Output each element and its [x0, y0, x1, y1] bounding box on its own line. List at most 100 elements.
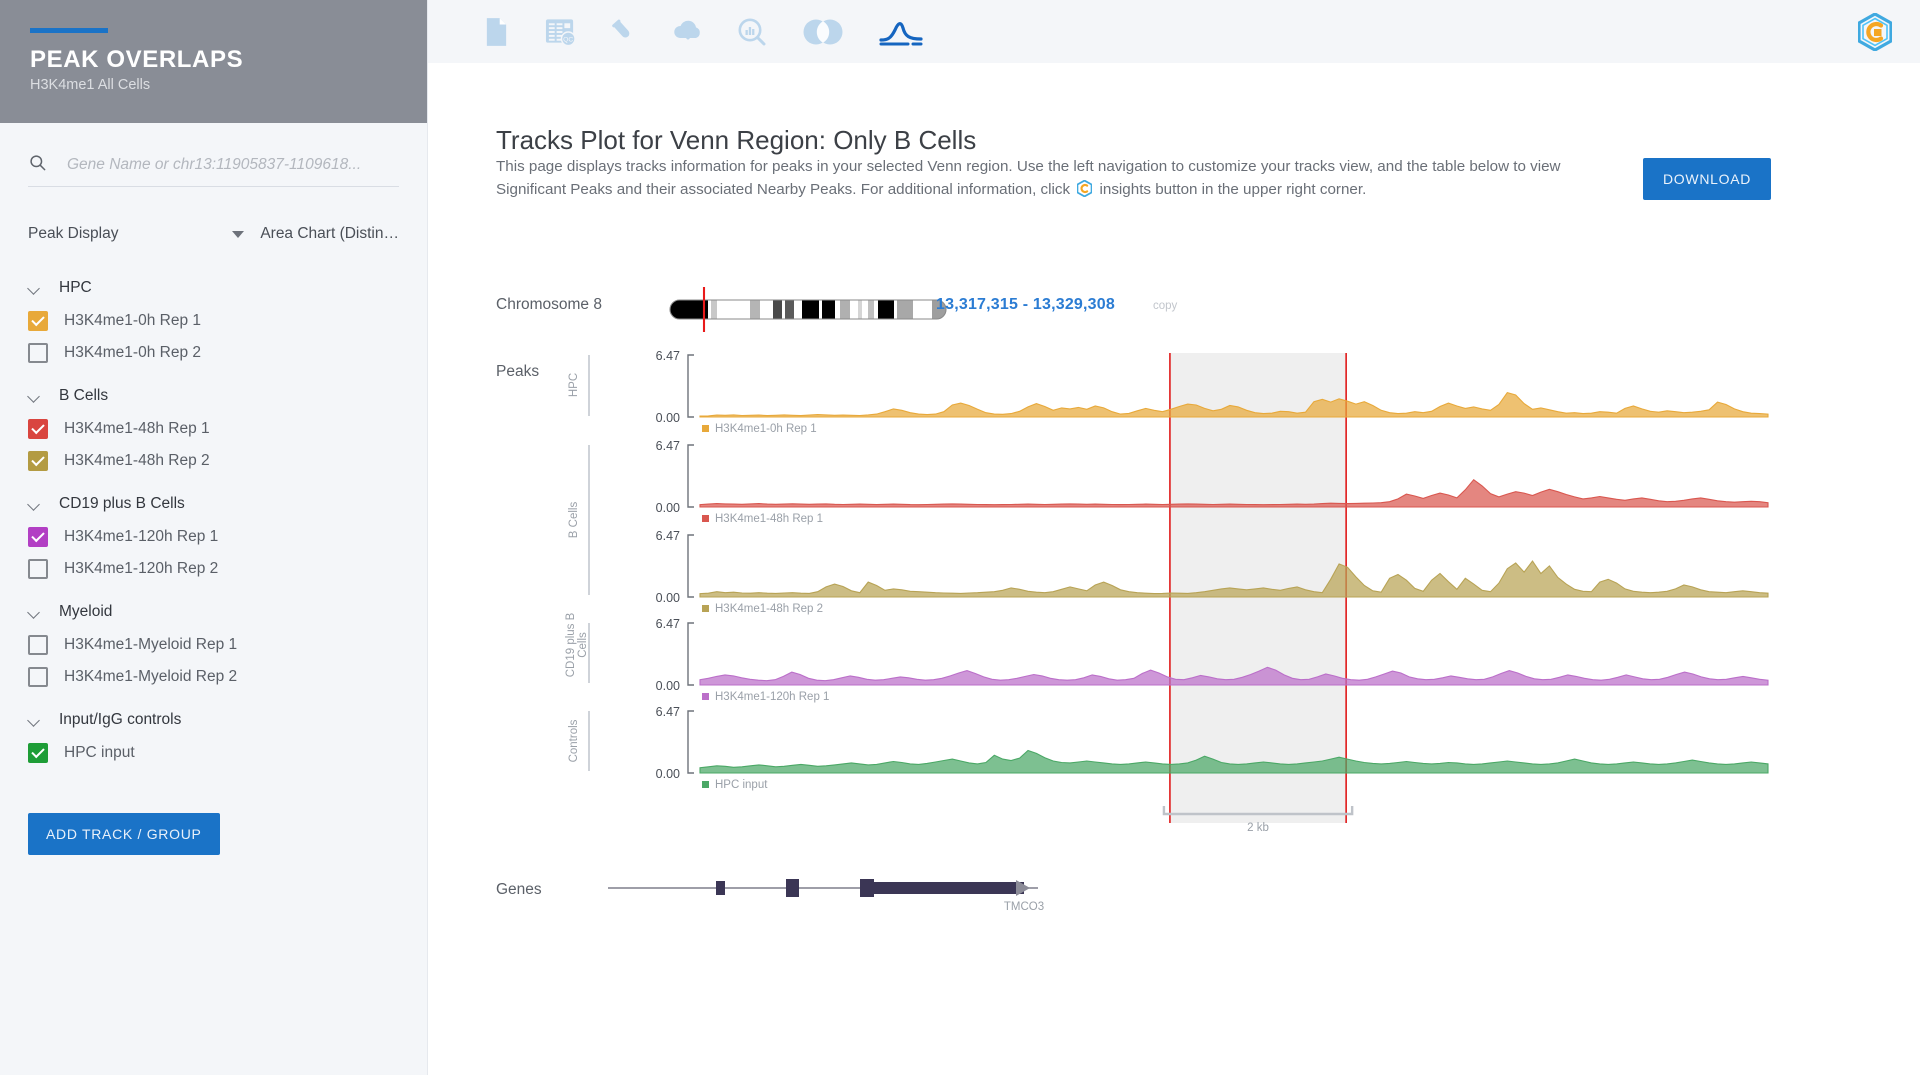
legend-label: H3K4me1-120h Rep 1 — [715, 691, 829, 703]
track-label: H3K4me1-48h Rep 1 — [64, 420, 210, 437]
axis-max-label: 6.47 — [656, 617, 680, 631]
track-axis-bracket — [687, 622, 694, 686]
download-button[interactable]: DOWNLOAD — [1643, 158, 1772, 200]
app-title: PEAK OVERLAPS — [30, 46, 244, 73]
flask-icon[interactable] — [592, 0, 656, 63]
track-group-input-igg-controls: Input/IgG controls HPC input — [0, 703, 427, 769]
page-title: Tracks Plot for Venn Region: Only B Cell… — [496, 125, 977, 156]
gene-body — [866, 882, 1024, 894]
gene-exon — [786, 879, 799, 897]
track-checkbox-row[interactable]: H3K4me1-Myeloid Rep 1 — [0, 629, 427, 661]
track-checkbox-row[interactable]: HPC input — [0, 737, 427, 769]
search-box[interactable] — [28, 153, 399, 187]
group-name: HPC — [59, 279, 92, 296]
sidebar: PEAK OVERLAPS H3K4me1 All Cells Peak Dis… — [0, 0, 428, 1075]
track-label: H3K4me1-Myeloid Rep 2 — [64, 668, 238, 685]
group-header[interactable]: Input/IgG controls — [0, 703, 427, 737]
search-input[interactable] — [65, 155, 395, 175]
page-description: This page displays tracks information fo… — [496, 156, 1611, 204]
checkbox-unchecked-icon[interactable] — [28, 559, 48, 579]
group-header[interactable]: Myeloid — [0, 595, 427, 629]
legend-swatch — [702, 515, 709, 522]
track-checkbox-row[interactable]: H3K4me1-0h Rep 1 — [0, 305, 427, 337]
group-header[interactable]: B Cells — [0, 379, 427, 413]
genes-track[interactable]: TMCO3 — [428, 863, 1920, 953]
chevron-down-icon[interactable] — [28, 392, 41, 400]
cloud-download-icon[interactable] — [656, 0, 720, 63]
chevron-down-icon[interactable] — [28, 716, 41, 724]
track-axis-bracket — [687, 710, 694, 774]
checkbox-unchecked-icon[interactable] — [28, 343, 48, 363]
add-track-group-button[interactable]: ADD TRACK / GROUP — [28, 813, 220, 855]
axis-min-label: 0.00 — [656, 411, 680, 425]
peak-display-selector[interactable]: Peak Display Area Chart (Distin… — [28, 225, 399, 243]
checkbox-checked-icon[interactable] — [28, 419, 48, 439]
group-bracket-hpc: HPC — [568, 355, 590, 416]
svg-text:QC: QC — [563, 36, 573, 43]
legend-label: HPC input — [715, 779, 768, 791]
track-checkbox-row[interactable]: H3K4me1-0h Rep 2 — [0, 337, 427, 369]
venn-icon[interactable] — [784, 0, 862, 63]
axis-min-label: 0.00 — [656, 501, 680, 515]
track-checkbox-row[interactable]: H3K4me1-Myeloid Rep 2 — [0, 661, 427, 693]
track-group-myeloid: Myeloid H3K4me1-Myeloid Rep 1 H3K4me1-Myel… — [0, 595, 427, 693]
peak-display-label: Peak Display — [28, 225, 119, 242]
track-checkbox-row[interactable]: H3K4me1-120h Rep 1 — [0, 521, 427, 553]
track-axis-bracket — [687, 534, 694, 598]
legend-label: H3K4me1-48h Rep 1 — [715, 513, 823, 525]
track-label: H3K4me1-0h Rep 2 — [64, 344, 201, 361]
track-label: H3K4me1-48h Rep 2 — [64, 452, 210, 469]
axis-max-label: 6.47 — [656, 439, 680, 453]
brand-accent-rule — [30, 28, 108, 33]
group-label-cd19-line1: CD19 plus B — [565, 612, 577, 677]
track-checkbox-row[interactable]: H3K4me1-120h Rep 2 — [0, 553, 427, 585]
track-label: H3K4me1-120h Rep 2 — [64, 560, 219, 577]
track-checkbox-row[interactable]: H3K4me1-48h Rep 2 — [0, 445, 427, 477]
legend-swatch — [702, 781, 709, 788]
chart-search-icon[interactable] — [720, 0, 784, 63]
axis-min-label: 0.00 — [656, 767, 680, 781]
axis-max-label: 6.47 — [656, 529, 680, 543]
file-icon[interactable] — [464, 0, 528, 63]
checkbox-checked-icon[interactable] — [28, 451, 48, 471]
group-label-controls: Controls — [568, 719, 580, 762]
tracks-peak-icon[interactable] — [862, 0, 940, 63]
insights-logo-icon[interactable] — [1858, 0, 1892, 63]
track-group-cd19-plus-b-cells: CD19 plus B Cells H3K4me1-120h Rep 1 H3K4m… — [0, 487, 427, 585]
group-header[interactable]: CD19 plus B Cells — [0, 487, 427, 521]
track-group-list: HPC H3K4me1-0h Rep 1 H3K4me1-0h Rep 2 B Cel… — [0, 271, 427, 769]
qc-table-icon[interactable]: QC — [528, 0, 592, 63]
group-label-bcells: B Cells — [568, 502, 580, 539]
main-content: Tracks Plot for Venn Region: Only B Cell… — [428, 63, 1920, 1075]
group-label-cd19-line2: Cells — [577, 632, 589, 658]
track-axis-bracket — [687, 354, 694, 418]
legend-swatch — [702, 605, 709, 612]
checkbox-checked-icon[interactable] — [28, 311, 48, 331]
chevron-down-icon[interactable] — [28, 500, 41, 508]
tracks-plot[interactable]: HPC B Cells CD19 plus B Cells Controls 6… — [428, 293, 1920, 873]
peak-display-value: Area Chart (Distin… — [260, 225, 399, 242]
checkbox-unchecked-icon[interactable] — [28, 635, 48, 655]
inline-insights-icon — [1076, 179, 1093, 205]
group-bracket-bcells: B Cells — [568, 445, 590, 595]
checkbox-checked-icon[interactable] — [28, 743, 48, 763]
page-description-text: This page displays tracks information fo… — [496, 158, 1561, 198]
chevron-down-icon[interactable] — [28, 284, 41, 292]
track-label: HPC input — [64, 744, 135, 761]
group-bracket-controls: Controls — [568, 711, 590, 771]
app-subtitle: H3K4me1 All Cells — [30, 77, 151, 94]
track-label: H3K4me1-120h Rep 1 — [64, 528, 219, 545]
track-checkbox-row[interactable]: H3K4me1-48h Rep 1 — [0, 413, 427, 445]
checkbox-checked-icon[interactable] — [28, 527, 48, 547]
scale-bar-label: 2 kb — [1247, 822, 1269, 834]
search-icon — [28, 153, 47, 177]
chevron-down-icon[interactable] — [232, 230, 245, 238]
group-name: Myeloid — [59, 603, 113, 620]
track-axis-bracket — [687, 444, 694, 508]
checkbox-unchecked-icon[interactable] — [28, 667, 48, 687]
chevron-down-icon[interactable] — [28, 608, 41, 616]
page-description-text-2: insights button in the upper right corne… — [1099, 180, 1367, 198]
group-header[interactable]: HPC — [0, 271, 427, 305]
track-group-b-cells: B Cells H3K4me1-48h Rep 1 H3K4me1-48h Rep … — [0, 379, 427, 477]
legend-swatch — [702, 693, 709, 700]
